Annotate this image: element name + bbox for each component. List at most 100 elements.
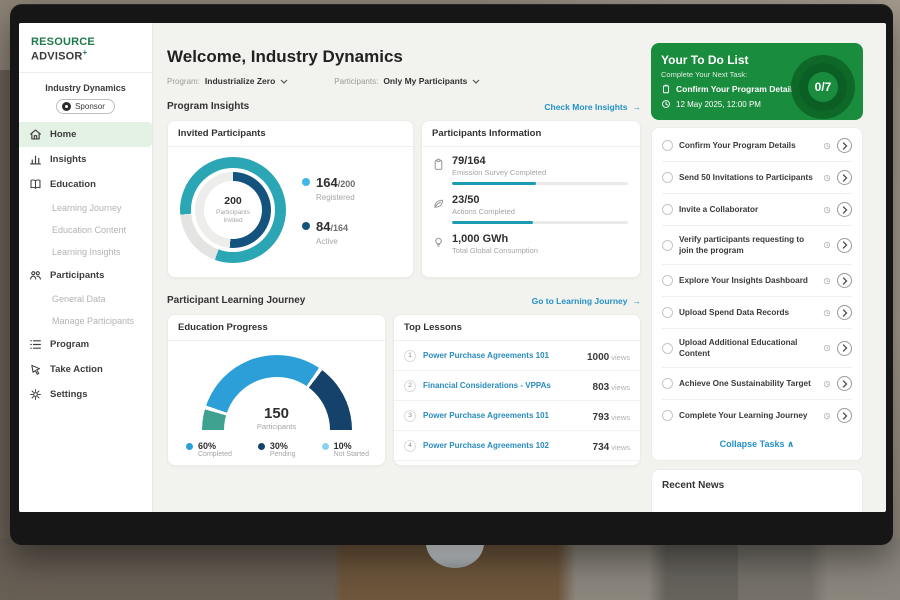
sidebar-item-manage-participants[interactable]: Manage Participants bbox=[19, 310, 152, 332]
task-label[interactable]: Invite a Collaborator bbox=[679, 204, 817, 215]
sidebar-item-label: Insights bbox=[50, 154, 86, 165]
legend-completed: 60%Completed bbox=[186, 441, 232, 458]
sidebar-item-take-action[interactable]: Take Action bbox=[19, 357, 152, 382]
sidebar-item-home[interactable]: Home bbox=[19, 122, 152, 147]
task-checkbox[interactable] bbox=[662, 378, 673, 389]
participants-icon bbox=[29, 269, 42, 282]
task-label[interactable]: Upload Additional Educational Content bbox=[679, 337, 817, 359]
stat-value: 23/50 bbox=[452, 194, 628, 206]
legend-label: Not Started bbox=[334, 451, 369, 458]
task-checkbox[interactable] bbox=[662, 204, 673, 215]
lesson-link[interactable]: Power Purchase Agreements 101 bbox=[423, 411, 586, 420]
task-label[interactable]: Confirm Your Program Details bbox=[679, 140, 817, 151]
task-checkbox[interactable] bbox=[662, 343, 673, 354]
gauge-center: 150 Participants bbox=[202, 405, 352, 431]
task-label[interactable]: Send 50 Invitations to Participants bbox=[679, 172, 817, 183]
sidebar-item-education-content[interactable]: Education Content bbox=[19, 219, 152, 241]
sponsor-icon bbox=[62, 102, 71, 111]
lesson-rank: 3 bbox=[404, 410, 416, 422]
go-to-learning-journey-link[interactable]: Go to Learning Journey → bbox=[532, 296, 641, 306]
task-label[interactable]: Complete Your Learning Journey bbox=[679, 410, 817, 421]
todo-next-task-label: Confirm Your Program Details bbox=[676, 84, 797, 94]
participants-dropdown[interactable]: Participants: Only My Participants bbox=[334, 76, 480, 86]
legend-dot-not-started bbox=[322, 443, 329, 450]
main-content: Welcome, Industry Dynamics Program: Indu… bbox=[167, 23, 641, 466]
sponsor-badge[interactable]: Sponsor bbox=[56, 99, 115, 114]
sidebar: RESOURCE ADVISOR+ Industry Dynamics Spon… bbox=[19, 23, 153, 512]
program-dropdown[interactable]: Program: Industrialize Zero bbox=[167, 76, 288, 86]
lesson-views-suffix: views bbox=[611, 443, 630, 452]
learning-journey-title: Participant Learning Journey bbox=[167, 295, 305, 306]
clock-icon bbox=[823, 412, 831, 420]
take-action-icon bbox=[29, 363, 42, 376]
task-label[interactable]: Verify participants requesting to join t… bbox=[679, 234, 817, 256]
check-more-insights-link[interactable]: Check More Insights → bbox=[544, 102, 641, 112]
task-label[interactable]: Upload Spend Data Records bbox=[679, 307, 817, 318]
lightbulb-icon bbox=[432, 236, 445, 249]
app-logo: RESOURCE ADVISOR+ bbox=[19, 23, 152, 73]
task-go-button[interactable] bbox=[837, 376, 852, 391]
sidebar-item-learning-insights[interactable]: Learning Insights bbox=[19, 241, 152, 263]
recent-news-card: Recent News bbox=[651, 469, 863, 512]
task-go-button[interactable] bbox=[837, 341, 852, 356]
legend-value: 84 bbox=[316, 219, 330, 234]
task-go-button[interactable] bbox=[837, 238, 852, 253]
sidebar-item-general-data[interactable]: General Data bbox=[19, 288, 152, 310]
legend-dot-pending bbox=[258, 443, 265, 450]
lesson-views-suffix: views bbox=[611, 383, 630, 392]
lesson-link[interactable]: Power Purchase Agreements 102 bbox=[423, 441, 586, 450]
invited-card-body: 200 Participants Invited 164/200 Registe… bbox=[168, 147, 413, 273]
sidebar-item-education[interactable]: Education bbox=[19, 172, 152, 197]
clipboard-icon bbox=[661, 84, 671, 94]
lesson-link[interactable]: Financial Considerations - VPPAs bbox=[423, 381, 586, 390]
stat-label: Emission Survey Completed bbox=[452, 168, 628, 177]
task-go-button[interactable] bbox=[837, 273, 852, 288]
sidebar-item-label: Education bbox=[50, 179, 96, 190]
recent-news-title: Recent News bbox=[662, 480, 852, 491]
clock-icon bbox=[823, 344, 831, 352]
task-checkbox[interactable] bbox=[662, 240, 673, 251]
sidebar-item-insights[interactable]: Insights bbox=[19, 147, 152, 172]
legend-dot-registered bbox=[302, 178, 310, 186]
legend-label: Completed bbox=[198, 451, 232, 458]
screen: RESOURCE ADVISOR+ Industry Dynamics Spon… bbox=[19, 23, 886, 512]
task-label[interactable]: Achieve One Sustainability Target bbox=[679, 378, 817, 389]
task-go-button[interactable] bbox=[837, 202, 852, 217]
task-checkbox[interactable] bbox=[662, 172, 673, 183]
task-go-button[interactable] bbox=[837, 305, 852, 320]
stat-emission-survey: 79/164 Emission Survey Completed bbox=[432, 155, 628, 185]
task-label[interactable]: Explore Your Insights Dashboard bbox=[679, 275, 817, 286]
donut-center-label: Participants Invited bbox=[208, 209, 258, 226]
sidebar-item-program[interactable]: Program bbox=[19, 332, 152, 357]
task-checkbox[interactable] bbox=[662, 410, 673, 421]
link-label: Check More Insights bbox=[544, 102, 627, 112]
clock-icon bbox=[823, 142, 831, 150]
task-go-button[interactable] bbox=[837, 408, 852, 423]
legend-pct: 10% bbox=[334, 441, 369, 451]
sidebar-item-label: Take Action bbox=[50, 364, 103, 375]
book-icon bbox=[29, 178, 42, 191]
task-checkbox[interactable] bbox=[662, 307, 673, 318]
task-row-confirm-program: Confirm Your Program Details bbox=[662, 130, 852, 162]
donut-center: 200 Participants Invited bbox=[180, 157, 286, 263]
info-card-body: 79/164 Emission Survey Completed 23/50 A… bbox=[422, 147, 640, 270]
sidebar-item-settings[interactable]: Settings bbox=[19, 382, 152, 407]
collapse-tasks-link[interactable]: Collapse Tasks ∧ bbox=[662, 431, 852, 456]
participants-dropdown-value: Only My Participants bbox=[383, 76, 467, 86]
sidebar-item-learning-journey[interactable]: Learning Journey bbox=[19, 197, 152, 219]
task-go-button[interactable] bbox=[837, 138, 852, 153]
task-checkbox[interactable] bbox=[662, 140, 673, 151]
lesson-views: 1000 bbox=[587, 352, 609, 363]
card-title: Top Lessons bbox=[394, 315, 640, 341]
legend-pct: 60% bbox=[198, 441, 232, 451]
caret-up-icon: ∧ bbox=[787, 439, 794, 449]
legend-total: /164 bbox=[330, 223, 348, 233]
top-lessons-list: 1 Power Purchase Agreements 101 1000view… bbox=[394, 341, 640, 466]
sidebar-item-participants[interactable]: Participants bbox=[19, 263, 152, 288]
lesson-link[interactable]: Power Purchase Agreements 101 bbox=[423, 351, 580, 360]
gear-icon bbox=[29, 388, 42, 401]
clock-icon bbox=[823, 380, 831, 388]
donut-center-value: 200 bbox=[224, 195, 242, 207]
task-checkbox[interactable] bbox=[662, 275, 673, 286]
task-go-button[interactable] bbox=[837, 170, 852, 185]
